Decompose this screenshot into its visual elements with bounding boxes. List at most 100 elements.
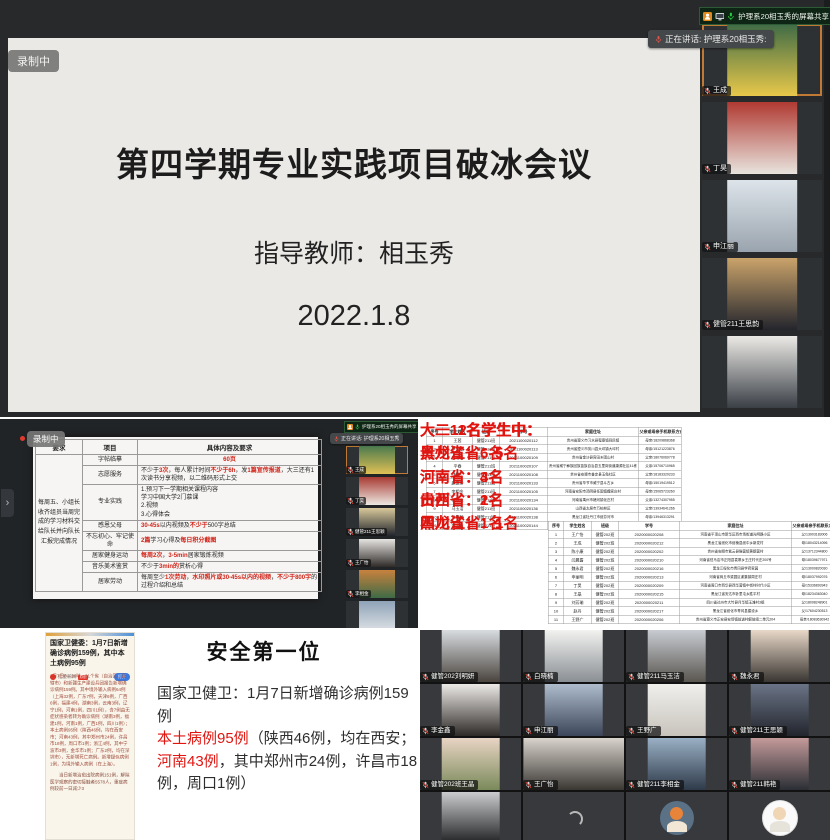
item-cell: 感恩父母 [83, 520, 138, 531]
table-cell: 河南省安阳市汤阴县任固镇魏家庄村 [547, 487, 639, 496]
participant-thumbnail[interactable]: 申江丽 [523, 684, 624, 736]
highlighted-text: 3min的 [159, 564, 179, 570]
news-paragraph: 1月7日0—24时，31个省（自治区、直辖市）和新疆生产建设兵团报告新增确诊病例… [50, 673, 130, 768]
participant-thumbnail[interactable] [626, 792, 727, 840]
participant-thumbnail[interactable]: 王广怡 [523, 738, 624, 790]
detail-cell: 每周2次，3-5min居家锻炼视频 [138, 550, 322, 561]
text-segment: 500字总结 [208, 523, 236, 529]
participant-name: 王成 [346, 466, 366, 474]
person-icon [703, 12, 712, 21]
news-title: 国家卫健委：1月7日新增确诊病例159例，其中本土病例95例 [46, 636, 134, 671]
table-cell: 父/17604230513 [792, 607, 830, 616]
participant-thumbnail[interactable]: 白晓楠 [523, 630, 624, 682]
muted-mic-icon [347, 590, 354, 598]
text-segment: ，发 [235, 468, 247, 474]
participant-thumbnail[interactable]: 健管211马玉洁 [626, 630, 727, 682]
table-cell: 贵州省毕节市威宁县斗古乡 [547, 479, 639, 488]
screen-share-banner[interactable]: 护理系20相玉秀的屏幕共享 [344, 421, 418, 433]
participant-thumbnail[interactable]: 李相金 [346, 570, 408, 598]
column-header: 家庭住址 [679, 521, 792, 530]
sophomore-roster-table: 序号学生姓名班级学号家庭住址父亲或母亲手机联系方式1王广怡健管202班20200… [548, 521, 830, 624]
mic-icon [655, 35, 662, 44]
participant-thumbnail[interactable]: 健管211王思韵 [702, 258, 822, 330]
avatar-body [667, 821, 687, 832]
safety-body: 国家卫健卫：1月7日新增确诊病例159例 本土病例95例（陕西46例，均在西安；… [157, 683, 418, 796]
participant-thumbnail[interactable]: 健管211王思颖 [346, 508, 408, 536]
participant-thumbnail[interactable] [420, 792, 521, 840]
table-cell: 健管202班 [591, 598, 619, 607]
chevron-right-icon[interactable]: › [1, 489, 14, 517]
slide-date: 2022.1.8 [8, 300, 700, 333]
sidebar-scrollbar[interactable] [824, 0, 830, 417]
muted-mic-icon [422, 727, 429, 735]
participant-thumbnail[interactable]: 丁昊 [702, 102, 822, 174]
participant-thumbnail[interactable]: 王野广 [626, 684, 727, 736]
table-cell: 健管202班 [591, 539, 619, 548]
participant-thumbnail[interactable] [702, 336, 822, 408]
table-cell: 母/18043214096 [792, 539, 830, 548]
item-cell: 志愿服务 [83, 466, 138, 485]
participant-thumbnail[interactable]: 健管211李相金 [626, 738, 727, 790]
table-row: 3陈小康健管202班2020000020202贵州省安顺市紫云县猫营镇黄鹤营村父… [548, 547, 830, 556]
speaking-tooltip-text: 正在讲话: 护理系20相玉秀 [341, 435, 399, 442]
participant-name: 王广怡 [523, 780, 558, 790]
table-cell: 2020000020208 [619, 530, 680, 539]
detail-cell: 60页 [138, 455, 322, 466]
participant-thumbnail[interactable]: 李金鑫 [420, 684, 521, 736]
participant-thumbnail[interactable] [729, 792, 830, 840]
participant-name: 丁昊 [702, 164, 731, 174]
table-row: 8王晶健管202班2020000020215黑龙江省安达市卧里屯乡胜平村母/18… [548, 590, 830, 599]
participant-thumbnail[interactable]: 王广怡 [346, 539, 408, 567]
recording-badge: 录制中 [27, 431, 65, 447]
participant-name: 丁昊 [346, 497, 366, 505]
participant-thumbnail[interactable]: 健管202刘明妍 [420, 630, 521, 682]
table-cell: 2020000020206 [619, 615, 680, 624]
participant-video [727, 336, 797, 408]
table-cell: 河南省周口市西华县西华营镇中街村时代小区 [679, 581, 792, 590]
speaking-tooltip-text: 正在讲话: 护理系20相玉秀: [665, 33, 767, 45]
recording-badge: 录制中 [8, 50, 59, 72]
screen-share-banner[interactable]: 护理系20相玉秀的屏幕共享 [699, 7, 830, 25]
table-row: 11王野广健管202班2020000020206贵州省遵义市正安县安场镇前进村解… [548, 615, 830, 624]
participant-name: 白晓楠 [523, 672, 558, 682]
table-row: 5魏永君健管202班2020000020216黑龙江绥化市青冈县学府家园父/13… [548, 564, 830, 573]
participant-thumbnail[interactable] [346, 601, 408, 628]
participant-thumbnail[interactable]: 丁昊 [346, 477, 408, 505]
table-cell: 父亲/18076069778 [639, 453, 682, 462]
participant-name: 健管211韩艳 [729, 780, 780, 790]
column-header: 序号 [548, 521, 564, 530]
column-header: 家庭住址 [547, 427, 639, 436]
person-icon [347, 424, 353, 430]
table-cell: 丁昊 [564, 581, 592, 590]
sophomore-summary: 大二12名学生中： 黑龙江省：5名河南省：4名贵州省：2名四川省：1名 [420, 419, 542, 535]
table-cell: 黑龙江省牡丹江市绥芬河市 [547, 513, 639, 522]
participant-thumbnail[interactable]: 健管211韩艳 [729, 738, 830, 790]
table-cell: 11 [548, 615, 564, 624]
table-cell: 母亲/18083630942 [792, 615, 830, 624]
avatar [660, 801, 694, 835]
table-cell: 2020000020215 [619, 590, 680, 599]
table-cell: 贵州省安顺市普定县玉兔社区 [547, 470, 639, 479]
participant-thumbnail[interactable]: 王成 [346, 446, 408, 474]
participant-thumbnail[interactable]: 申江丽 [702, 180, 822, 252]
detail-cell: 30-45s以内视频及不少于500字总结 [138, 520, 322, 531]
highlighted-text: 河南43例 [157, 753, 219, 770]
table-cell: 母亲/18209868368 [639, 436, 682, 445]
highlighted-text: 2篇 [141, 538, 150, 544]
table-cell: 父/13903183006 [792, 530, 830, 539]
sophomore-roster-table-wrap: 序号学生姓名班级学号家庭住址父亲或母亲手机联系方式1王广怡健管202班20200… [548, 521, 828, 624]
table-cell: 赵丹 [564, 607, 592, 616]
monitor-icon [715, 12, 725, 21]
highlighted-text: 本土病例95例 [157, 730, 249, 747]
table-cell: 王广怡 [564, 530, 592, 539]
muted-mic-icon [731, 781, 738, 789]
participant-thumbnail[interactable] [523, 792, 624, 840]
participant-thumbnail[interactable]: 健管211王思颖 [729, 684, 830, 736]
highlighted-text: 不少于 [190, 523, 208, 529]
table-cell: 2 [548, 539, 564, 548]
mic-icon [334, 436, 339, 442]
item-cell: 居家健身运动 [83, 550, 138, 561]
table-row: 1王广怡健管202班2020000020208河南省平顶山市新华区西市场街道光明… [548, 530, 830, 539]
participant-thumbnail[interactable]: 魏永君 [729, 630, 830, 682]
participant-thumbnail[interactable]: 健管202班王晶 [420, 738, 521, 790]
